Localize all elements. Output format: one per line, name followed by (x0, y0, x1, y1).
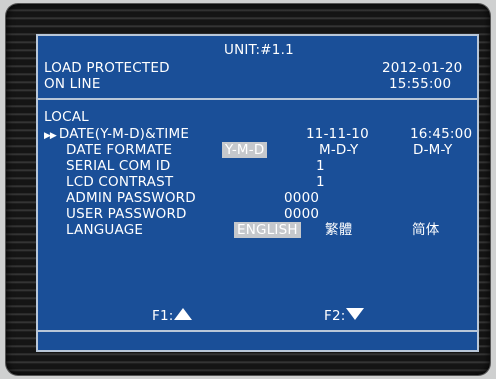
load-status: LOAD PROTECTED (44, 60, 170, 76)
language-option-traditional-chinese[interactable]: 繁體 (325, 222, 352, 238)
footer-divider (38, 330, 477, 332)
date-format-option-ymd-text: Y-M-D (222, 142, 268, 158)
lcd-screen: UNIT:#1.1 LOAD PROTECTED ON LINE 2012-01… (36, 34, 479, 352)
system-time: 15:55:00 (389, 76, 452, 92)
date-format-option-ymd[interactable]: Y-M-D (222, 142, 268, 158)
user-password-value[interactable]: 0000 (284, 206, 319, 222)
user-password-label: USER PASSWORD (66, 206, 187, 222)
f2-label: F2: (324, 308, 346, 324)
device-bezel: UNIT:#1.1 LOAD PROTECTED ON LINE 2012-01… (6, 4, 490, 375)
selection-marker-icon: ▶▶ (44, 131, 57, 141)
serial-com-id-value[interactable]: 1 (316, 158, 325, 174)
lcd-contrast-label: LCD CONTRAST (66, 174, 174, 190)
header-divider (38, 98, 477, 100)
date-format-label: DATE FORMATE (66, 142, 173, 158)
system-date: 2012-01-20 (382, 60, 463, 76)
admin-password-label: ADMIN PASSWORD (66, 190, 196, 206)
language-option-english[interactable]: ENGLISH (234, 222, 301, 238)
language-option-simplified-chinese[interactable]: 简体 (412, 222, 439, 238)
unit-id: UNIT:#1.1 (224, 42, 294, 58)
admin-password-value[interactable]: 0000 (284, 190, 319, 206)
section-title: LOCAL (44, 109, 89, 125)
language-option-english-text: ENGLISH (234, 222, 301, 238)
date-format-option-dmy[interactable]: D-M-Y (413, 142, 452, 158)
date-format-option-mdy[interactable]: M-D-Y (319, 142, 358, 158)
f1-label: F1: (152, 308, 174, 324)
serial-com-id-label: SERIAL COM ID (66, 158, 171, 174)
date-time-date-value[interactable]: 11-11-10 (306, 126, 369, 142)
line-status: ON LINE (44, 76, 101, 92)
language-label: LANGUAGE (66, 222, 144, 238)
up-triangle-icon (173, 308, 192, 320)
down-triangle-icon (345, 308, 364, 320)
date-time-time-value[interactable]: 16:45:00 (410, 126, 472, 142)
f2-key[interactable]: F2: (324, 308, 364, 324)
lcd-contrast-value[interactable]: 1 (316, 174, 325, 190)
date-time-label: DATE(Y-M-D)&TIME (58, 126, 190, 142)
f1-key[interactable]: F1: (152, 308, 192, 324)
